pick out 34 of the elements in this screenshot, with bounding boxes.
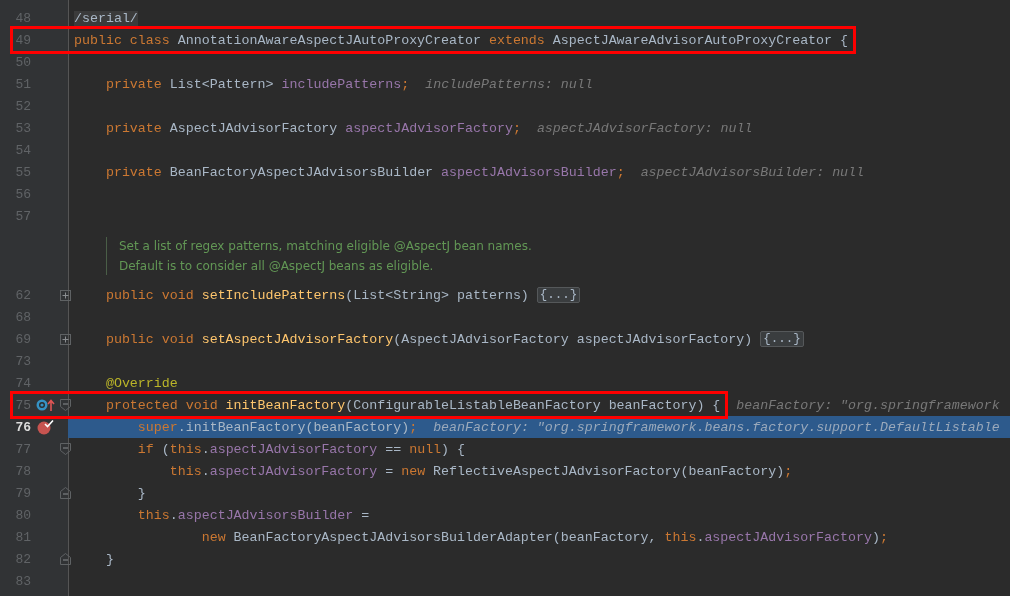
code-text: }	[104, 551, 114, 567]
line-number: 76	[14, 419, 31, 435]
code-text: private List<Pattern> includePatterns;	[104, 76, 410, 92]
code-text: new BeanFactoryAspectJAdvisorsBuilderAdapter(beanFactory, this.aspectJAdvisorFactory);	[200, 529, 888, 545]
code-text: public void setIncludePatterns(List<String> patterns)	[104, 287, 530, 303]
inline-value-hint: aspectJAdvisorsBuilder: null	[640, 164, 865, 180]
code-text: this.aspectJAdvisorFactory = new ReflectiveAspectJAdvisorFactory(beanFactory);	[168, 463, 793, 479]
code-text: protected void initBeanFactory(ConfigurableListableBeanFactory beanFactory) {	[104, 397, 721, 413]
code-text: }	[136, 485, 146, 501]
collapse-icon[interactable]	[60, 553, 71, 565]
folded-code-placeholder[interactable]: {...}	[536, 287, 581, 303]
breakpoint-icon[interactable]	[36, 419, 54, 435]
code-text: public void setAspectJAdvisorFactory(AspectJAdvisorFactory aspectJAdvisorFactory)	[104, 331, 754, 347]
expand-icon[interactable]	[60, 289, 71, 301]
code-text: private AspectJAdvisorFactory aspectJAdvisorFactory;	[104, 120, 521, 136]
inline-value-hint: beanFactory: "org.springframework.beans.factory.support.DefaultListable	[433, 419, 1000, 435]
code-text: /serial/	[74, 10, 138, 26]
code-text: if (this.aspectJAdvisorFactory == null) {	[136, 441, 466, 457]
inline-value-hint: beanFactory: "org.springframework	[736, 397, 1000, 413]
doc-comment-text: Default is to consider all @AspectJ beans as eligible.	[119, 258, 435, 273]
folded-code-placeholder[interactable]: {...}	[760, 331, 804, 347]
override-icon[interactable]	[36, 398, 56, 412]
code-text: super.initBeanFactory(beanFactory);	[136, 419, 418, 435]
collapse-icon[interactable]	[60, 443, 71, 455]
expand-icon[interactable]	[60, 333, 71, 345]
code-text: public class AnnotationAwareAspectJAutoProxyCreator extends AspectJAwareAdvisorAutoProxyCreator {	[74, 32, 849, 48]
inline-value-hint: includePatterns: null	[425, 76, 593, 92]
doc-comment-text: Set a list of regex patterns, matching eligible @AspectJ bean names.	[119, 238, 532, 253]
code-text: @Override	[104, 375, 178, 391]
code-text: private BeanFactoryAspectJAdvisorsBuilder aspectJAdvisorsBuilder;	[104, 164, 625, 180]
collapse-icon[interactable]	[60, 399, 71, 411]
inline-value-hint: aspectJAdvisorFactory: null	[536, 120, 753, 136]
collapse-icon[interactable]	[60, 487, 71, 499]
code-text: this.aspectJAdvisorsBuilder =	[136, 507, 370, 523]
